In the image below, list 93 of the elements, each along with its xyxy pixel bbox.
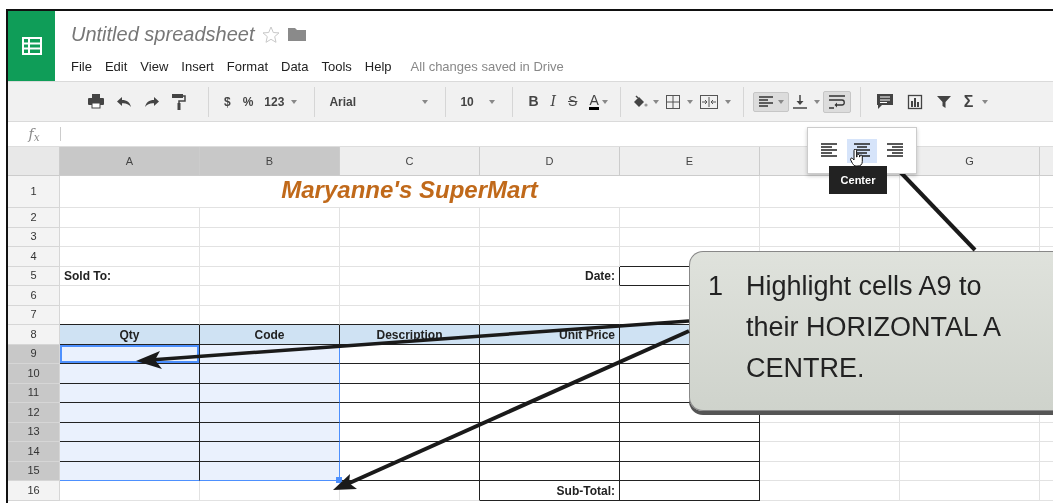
caret-icon[interactable] <box>652 99 659 104</box>
text-color-button[interactable]: A <box>589 93 599 110</box>
row-header[interactable]: 2 <box>8 208 60 228</box>
align-bottom-icon[interactable] <box>792 94 807 109</box>
menu-item[interactable]: Format <box>226 57 268 77</box>
row-header[interactable]: 6 <box>8 286 60 306</box>
caret-icon[interactable] <box>813 99 820 104</box>
menu-item[interactable]: Data <box>281 57 309 77</box>
row-header[interactable]: 7 <box>8 305 60 325</box>
selected-cell[interactable] <box>200 442 340 462</box>
caret-icon[interactable] <box>724 99 731 104</box>
row-header[interactable]: 16 <box>8 481 60 501</box>
menu-item[interactable]: Tools <box>321 57 352 77</box>
tooltip: Center <box>829 166 887 194</box>
selected-cell[interactable] <box>200 364 340 384</box>
fill-handle[interactable] <box>336 477 342 483</box>
caret-icon[interactable] <box>601 99 608 104</box>
selected-cell[interactable] <box>200 461 340 481</box>
redo-icon[interactable] <box>144 95 160 108</box>
column-header[interactable]: D <box>480 147 620 176</box>
menu-item[interactable]: File <box>71 57 92 77</box>
wrap-button[interactable] <box>822 90 851 113</box>
star-icon[interactable] <box>262 25 281 43</box>
menu-item[interactable]: Insert <box>181 57 214 77</box>
instruction-text: Highlight cells A9 to their HORIZONTAL A CENTRE. <box>746 270 1002 385</box>
column-header[interactable]: B <box>200 147 340 176</box>
column-header[interactable]: C <box>340 147 480 176</box>
menu-item[interactable]: Edit <box>104 57 128 77</box>
column-header[interactable]: E <box>620 147 760 176</box>
selected-cell[interactable] <box>60 403 200 423</box>
font-dropdown[interactable]: Arial <box>324 88 437 115</box>
caret-icon[interactable] <box>777 99 784 104</box>
row-header[interactable]: 4 <box>8 247 60 267</box>
chart-icon[interactable] <box>906 93 923 110</box>
row-header[interactable]: 1 <box>8 176 60 208</box>
strikethrough-button[interactable]: S <box>568 91 578 112</box>
text-wrap-icon[interactable] <box>828 94 845 109</box>
merge-cells-icon[interactable] <box>699 94 718 109</box>
row-header[interactable]: 15 <box>8 461 60 481</box>
caret-icon[interactable] <box>686 99 693 104</box>
folder-icon[interactable] <box>288 27 307 41</box>
comment-icon[interactable] <box>876 94 893 109</box>
caret-icon[interactable] <box>489 99 496 104</box>
row-header[interactable]: 8 <box>8 325 60 345</box>
selected-cell[interactable] <box>60 422 200 442</box>
row-header[interactable]: 12 <box>8 403 60 423</box>
align-left-icon[interactable] <box>758 95 773 108</box>
row-header[interactable]: 3 <box>8 227 60 247</box>
table-cell: Sub-Total: <box>480 481 620 501</box>
table-cell: Sold To: <box>60 266 200 286</box>
print-icon[interactable] <box>88 94 104 109</box>
row-header[interactable]: 13 <box>8 422 60 442</box>
italic-button[interactable]: I <box>550 91 557 112</box>
menu-item[interactable]: View <box>140 57 169 77</box>
selected-cell[interactable] <box>60 461 200 481</box>
row-header[interactable]: 14 <box>8 442 60 462</box>
menu-item[interactable]: Help <box>364 57 392 77</box>
caret-icon[interactable] <box>982 99 989 104</box>
column-heading: Qty <box>60 325 200 345</box>
row-header[interactable]: 9 <box>8 344 60 364</box>
document-title[interactable]: Untitled spreadsheet <box>71 19 255 49</box>
selected-cell[interactable] <box>60 442 200 462</box>
row-header[interactable]: 10 <box>8 364 60 384</box>
functions-button[interactable]: Σ <box>963 89 974 114</box>
align-button[interactable] <box>752 91 789 112</box>
app-logo[interactable] <box>8 11 55 81</box>
selected-cell[interactable] <box>60 383 200 403</box>
save-status: All changes saved in Drive <box>410 58 564 76</box>
selected-cell[interactable] <box>200 383 340 403</box>
selected-cell[interactable] <box>60 364 200 384</box>
table-cell: Date: <box>480 266 620 286</box>
row-header[interactable]: 5 <box>8 266 60 286</box>
undo-icon[interactable] <box>116 95 132 108</box>
table-cell[interactable] <box>620 481 760 501</box>
percent-button[interactable]: % <box>242 92 254 111</box>
row-header[interactable]: 11 <box>8 383 60 403</box>
step-number: 1 <box>708 270 725 303</box>
caret-icon[interactable] <box>291 99 298 104</box>
font-size-dropdown[interactable]: 10 <box>455 88 504 115</box>
column-header[interactable]: A <box>60 147 200 176</box>
selected-cell[interactable] <box>200 403 340 423</box>
sheet-title: Maryanne's SuperMart <box>281 175 538 203</box>
caret-icon[interactable] <box>422 99 429 104</box>
currency-button[interactable]: $ <box>224 92 231 111</box>
filter-icon[interactable] <box>936 94 951 109</box>
column-heading: Code <box>200 325 340 345</box>
hand-cursor-icon <box>850 149 864 167</box>
paint-roller-icon[interactable] <box>172 93 186 110</box>
function-icon: f$_{x}$ <box>8 123 60 145</box>
number-format-dropdown[interactable]: 123 <box>259 88 306 115</box>
selected-cell[interactable] <box>200 422 340 442</box>
borders-icon[interactable] <box>665 94 680 109</box>
bold-button[interactable]: B <box>528 91 539 112</box>
